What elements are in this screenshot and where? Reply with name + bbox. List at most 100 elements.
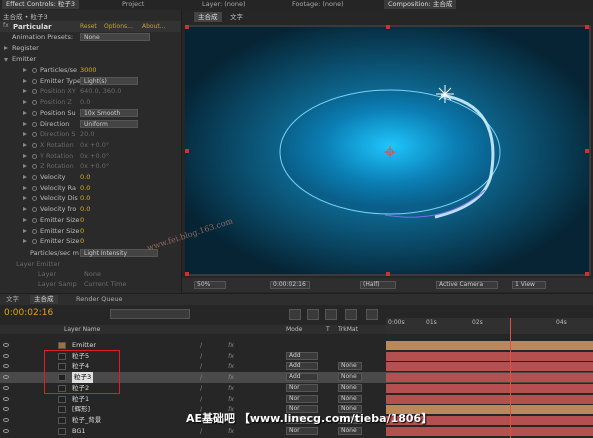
comp-tab-text[interactable]: 文字 [230,12,243,22]
param-value[interactable]: 20.0 [80,129,94,140]
tab-composition[interactable]: Composition: 主合成 [384,0,457,9]
trkmat-dropdown[interactable]: None [338,426,362,435]
mode-dropdown[interactable]: Nor [286,394,318,403]
param-value[interactable]: 0x +0.0° [80,140,109,151]
fx-icon[interactable]: fx [228,394,234,405]
expand-icon[interactable] [23,121,27,126]
expand-icon[interactable] [23,196,27,201]
layer-name[interactable]: BG1 [72,426,86,437]
expand-icon[interactable] [23,68,27,72]
resolution-dropdown[interactable]: (Half) [360,281,396,289]
layer-duration-bar[interactable] [386,341,593,350]
view-dropdown[interactable]: 1 View [512,281,546,289]
tool-btn-3[interactable] [325,309,337,320]
expand-icon[interactable] [23,228,27,233]
eye-icon[interactable] [3,417,9,422]
layer-duration-bar[interactable] [386,383,593,393]
trkmat-dropdown[interactable]: None [338,383,362,392]
switch-icon[interactable]: / [200,372,202,383]
param-value[interactable]: 0.0 [80,183,90,194]
eye-icon[interactable] [3,364,9,369]
options-link[interactable]: Options... [104,23,133,30]
stopwatch-icon[interactable] [32,196,37,202]
fx-icon[interactable]: fx [228,340,234,351]
stopwatch-icon[interactable] [32,89,37,95]
expand-icon[interactable] [23,217,27,222]
fx-icon[interactable]: fx [228,383,234,394]
about-link[interactable]: About... [142,23,165,30]
psm-dropdown[interactable]: Light Intensity [80,249,158,257]
param-value[interactable]: Light(s) [80,76,138,85]
stopwatch-icon[interactable] [32,68,37,73]
expand-icon[interactable] [23,164,27,169]
layer-samp-value[interactable]: Current Time [84,279,126,290]
param-value[interactable]: Uniform [80,119,138,128]
mode-dropdown[interactable]: Add [286,362,318,371]
layer-name[interactable]: [辉形] [72,404,90,415]
camera-dropdown[interactable]: Active Camera [436,281,498,289]
stopwatch-icon[interactable] [32,100,37,106]
switch-icon[interactable]: / [200,351,202,362]
stopwatch-icon[interactable] [32,217,37,223]
eye-icon[interactable] [3,343,9,347]
tl-tab-text[interactable]: 文字 [2,295,23,304]
playhead[interactable] [510,318,512,438]
expand-icon[interactable] [23,142,27,147]
timeline-timecode[interactable]: 0:00:02:16 [4,308,53,318]
stopwatch-icon[interactable] [32,153,37,159]
trkmat-dropdown[interactable]: None [338,394,362,403]
eye-icon[interactable] [3,375,9,380]
eye-icon[interactable] [3,396,9,401]
param-value[interactable]: 0.0 [80,193,90,204]
tool-btn-1[interactable] [289,309,301,320]
stopwatch-icon[interactable] [32,121,37,127]
layer-name[interactable]: 粒子_背景 [72,415,101,426]
stopwatch-icon[interactable] [32,175,37,180]
layer-duration-bar[interactable] [386,362,593,372]
tab-effect-controls[interactable]: Effect Controls: 粒子3 [2,0,80,9]
switch-icon[interactable]: / [200,383,202,394]
stopwatch-icon[interactable] [32,78,37,84]
expand-icon[interactable] [23,153,27,158]
switch-icon[interactable]: / [200,361,202,372]
param-value[interactable]: 0 [80,236,84,247]
mode-dropdown[interactable]: Nor [286,383,318,392]
mode-dropdown[interactable]: Nor [286,426,318,435]
mode-dropdown[interactable]: Add [286,351,318,360]
tab-footage[interactable]: Footage: (none) [288,0,348,9]
expand-icon[interactable] [23,132,27,137]
fx-icon[interactable]: fx [228,361,234,372]
layer-name[interactable]: 粒子1 [72,394,89,405]
fx-icon[interactable]: fx [228,351,234,362]
switch-icon[interactable]: / [200,394,202,405]
param-value[interactable]: 0x +0.0° [80,161,109,172]
tool-btn-5[interactable] [366,309,378,320]
stopwatch-icon[interactable] [32,164,37,170]
stopwatch-icon[interactable] [32,185,37,191]
trkmat-dropdown[interactable]: None [338,373,362,382]
zoom-dropdown[interactable]: 50% [194,281,226,289]
param-value[interactable]: 10x Smooth [80,108,138,117]
expand-icon[interactable] [23,175,27,179]
tab-project[interactable]: Project [118,0,148,9]
param-value[interactable]: 0x +0.0° [80,151,109,162]
eye-icon[interactable] [3,428,9,433]
expand-icon[interactable] [4,46,8,50]
collapse-icon[interactable] [4,58,8,62]
stopwatch-icon[interactable] [32,132,37,138]
expand-icon[interactable] [23,239,27,244]
layer-duration-bar[interactable] [386,373,593,383]
tl-tab-main[interactable]: 主合成 [30,295,58,304]
tool-btn-2[interactable] [307,309,319,320]
viewer-area[interactable]: www.fei.blog.163.com [146,25,591,276]
param-value[interactable]: 0 [80,226,84,237]
param-value[interactable]: 0 [80,215,84,226]
time-ruler[interactable]: 0:00s 01s 02s 04s [386,318,593,334]
param-value[interactable]: 0.0 [80,172,90,183]
layer-duration-bar[interactable] [386,426,593,436]
emitter-row[interactable]: Emitter [0,54,180,65]
switch-icon[interactable]: / [200,426,202,437]
expand-icon[interactable] [23,100,27,105]
trkmat-dropdown[interactable]: None [338,362,362,371]
presets-dropdown[interactable]: None [80,33,150,41]
